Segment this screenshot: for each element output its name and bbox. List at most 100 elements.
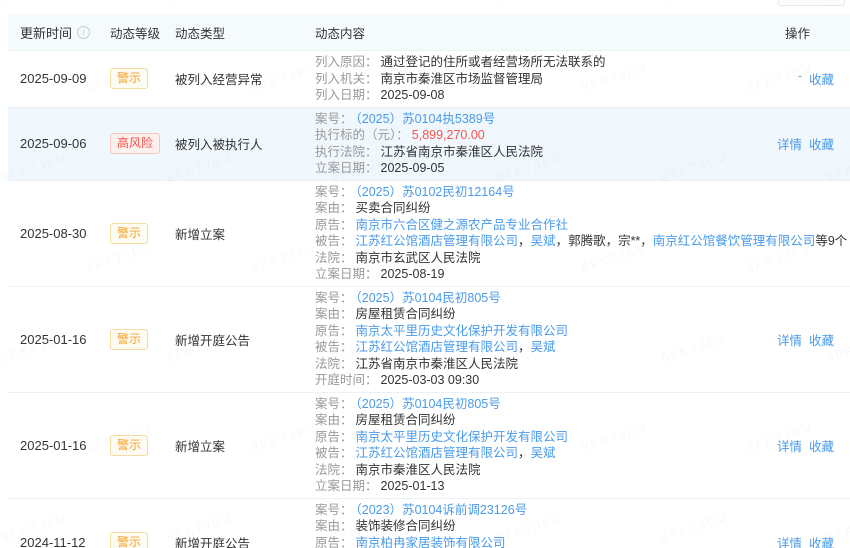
field-value: 江苏省南京市秦淮区人民法院	[356, 357, 519, 371]
no-detail-dash: -	[798, 69, 802, 88]
detail-link[interactable]: 详情	[777, 134, 802, 153]
field-label: 被告：	[315, 340, 353, 354]
entity-link[interactable]: 南京市六合区健之源农产品专业合作社	[356, 218, 569, 232]
field-label: 原告：	[315, 430, 353, 444]
content-line: 案由：房屋租赁合同纠纷	[315, 412, 765, 429]
entity-link[interactable]: 南京柏冉家居装饰有限公司	[356, 536, 506, 548]
dynamic-content: 案号：（2025）苏0104执5389号执行标的（元）：5,899,270.00…	[315, 108, 765, 180]
update-date: 2025-09-09	[8, 71, 110, 86]
favorite-link[interactable]: 收藏	[809, 69, 834, 88]
row-actions: 详情收藏	[765, 134, 850, 153]
entity-link[interactable]: （2025）苏0102民初12164号	[356, 185, 515, 199]
favorite-link[interactable]: 收藏	[809, 330, 834, 349]
field-label: 原告：	[315, 536, 353, 548]
table-row: 2025-01-16警示 新增开庭公告 案号：（2025）苏0104民初805号案由…	[8, 286, 850, 392]
truncated-top-control[interactable]	[778, 0, 845, 6]
entity-link[interactable]: 吴斌	[531, 446, 556, 460]
field-label: 执行标的（元）：	[315, 128, 409, 142]
entity-link[interactable]: 南京太平里历史文化保护开发有限公司	[356, 430, 569, 444]
favorite-link[interactable]: 收藏	[809, 533, 834, 548]
field-value: ，	[518, 446, 531, 460]
content-line: 案号：（2025）苏0102民初12164号	[315, 184, 847, 201]
table-row: 2025-09-06高风险被列入被执行人案号：（2025）苏0104执5389号…	[8, 107, 850, 180]
header-content: 动态内容	[315, 20, 765, 45]
update-date: 2025-01-16	[8, 332, 110, 347]
dynamic-content: 列入原因：通过登记的住所或者经营场所无法联系的列入机关：南京市秦淮区市场监督管理…	[315, 51, 765, 107]
field-value: 江苏省南京市秦淮区人民法院	[381, 145, 544, 159]
detail-link[interactable]: 详情	[777, 330, 802, 349]
content-line: 被告：江苏红公馆酒店管理有限公司，吴斌	[315, 339, 765, 356]
content-line: 案由：买卖合同纠纷	[315, 200, 847, 217]
header-update-time: 更新时间 i	[8, 23, 110, 42]
field-value: 5,899,270.00	[412, 128, 485, 142]
field-label: 原告：	[315, 218, 353, 232]
dynamic-type: 被列入被执行人	[175, 134, 315, 153]
table-row: 2025-01-16警示新增立案案号：（2025）苏0104民初805号案由：房…	[8, 392, 850, 498]
field-label: 案号：	[315, 185, 353, 199]
content-line: 立案日期：2025-09-05	[315, 160, 765, 177]
content-line: 被告：江苏红公馆酒店管理有限公司，吴斌	[315, 445, 765, 462]
content-line: 立案日期：2025-08-19	[315, 266, 847, 283]
update-date: 2025-08-30	[8, 226, 110, 241]
dynamic-type: 新增开庭公告	[175, 330, 315, 349]
row-actions: 详情收藏	[765, 533, 850, 548]
field-value: 2025-09-08	[381, 88, 445, 102]
field-value: 南京市玄武区人民法院	[356, 251, 481, 265]
level-badge: 警示	[110, 223, 148, 244]
level-badge: 警示	[110, 532, 148, 548]
field-value: 南京市秦淮区人民法院	[356, 463, 481, 477]
level-badge: 警示	[110, 329, 148, 350]
entity-link[interactable]: （2025）苏0104民初805号	[356, 397, 501, 411]
level-badge: 警示	[110, 435, 148, 456]
entity-link[interactable]: 江苏红公馆酒店管理有限公司	[356, 234, 519, 248]
field-label: 原告：	[315, 324, 353, 338]
field-value: 2025-08-19	[381, 267, 445, 281]
dynamic-content: 案号：（2023）苏0104诉前调23126号案由：装饰装修合同纠纷原告：南京柏…	[315, 499, 765, 548]
content-line: 案由：装饰装修合同纠纷	[315, 518, 765, 535]
dynamic-type: 新增开庭公告	[175, 533, 315, 548]
field-value: 通过登记的住所或者经营场所无法联系的	[381, 55, 606, 69]
content-line: 列入日期：2025-09-08	[315, 87, 765, 104]
entity-link[interactable]: 吴斌	[531, 340, 556, 354]
entity-link[interactable]: 南京太平里历史文化保护开发有限公司	[356, 324, 569, 338]
level-cell: 警示	[110, 532, 175, 548]
info-icon[interactable]: i	[77, 26, 90, 39]
favorite-link[interactable]: 收藏	[809, 134, 834, 153]
entity-link[interactable]: 江苏红公馆酒店管理有限公司	[356, 446, 519, 460]
level-cell: 警示	[110, 68, 175, 89]
content-line: 原告：南京市六合区健之源农产品专业合作社	[315, 217, 847, 234]
content-line: 执行标的（元）：5,899,270.00	[315, 127, 765, 144]
field-label: 开庭时间：	[315, 373, 378, 387]
content-line: 执行法院：江苏省南京市秦淮区人民法院	[315, 144, 765, 161]
entity-link[interactable]: （2025）苏0104执5389号	[356, 112, 496, 126]
content-line: 原告：南京太平里历史文化保护开发有限公司	[315, 323, 765, 340]
field-value: 南京市秦淮区市场监督管理局	[381, 72, 544, 86]
entity-link[interactable]: 江苏红公馆酒店管理有限公司	[356, 340, 519, 354]
detail-link[interactable]: 详情	[777, 533, 802, 548]
field-label: 法院：	[315, 357, 353, 371]
content-line: 列入原因：通过登记的住所或者经营场所无法联系的	[315, 54, 765, 71]
content-line: 案由：房屋租赁合同纠纷	[315, 306, 765, 323]
entity-link[interactable]: （2025）苏0104民初805号	[356, 291, 501, 305]
table-body: 2025-09-09警示被列入经营异常列入原因：通过登记的住所或者经营场所无法联…	[8, 50, 850, 548]
field-value: 2025-09-05	[381, 161, 445, 175]
detail-link[interactable]: 详情	[777, 436, 802, 455]
content-line: 案号：（2025）苏0104执5389号	[315, 111, 765, 128]
field-label: 法院：	[315, 251, 353, 265]
row-actions: 详情收藏	[765, 330, 850, 349]
level-badge: 高风险	[110, 133, 160, 154]
content-line: 原告：南京太平里历史文化保护开发有限公司	[315, 429, 765, 446]
entity-link[interactable]: 吴斌	[531, 234, 556, 248]
field-label: 案号：	[315, 291, 353, 305]
entity-link[interactable]: 南京红公馆餐饮管理有限公司	[653, 234, 816, 248]
content-line: 开庭时间：2025-03-03 09:30	[315, 372, 765, 389]
dynamic-content: 案号：（2025）苏0104民初805号案由：房屋租赁合同纠纷原告：南京太平里历…	[315, 393, 765, 498]
field-label: 案由：	[315, 201, 353, 215]
table-row: 2024-11-12警示新增开庭公告案号：（2023）苏0104诉前调23126…	[8, 498, 850, 548]
favorite-link[interactable]: 收藏	[809, 436, 834, 455]
field-value: 2025-01-13	[381, 479, 445, 493]
entity-link[interactable]: （2023）苏0104诉前调23126号	[356, 503, 528, 517]
header-level: 动态等级	[110, 23, 175, 42]
field-label: 案号：	[315, 397, 353, 411]
field-value: 2025-03-03 09:30	[381, 373, 480, 387]
